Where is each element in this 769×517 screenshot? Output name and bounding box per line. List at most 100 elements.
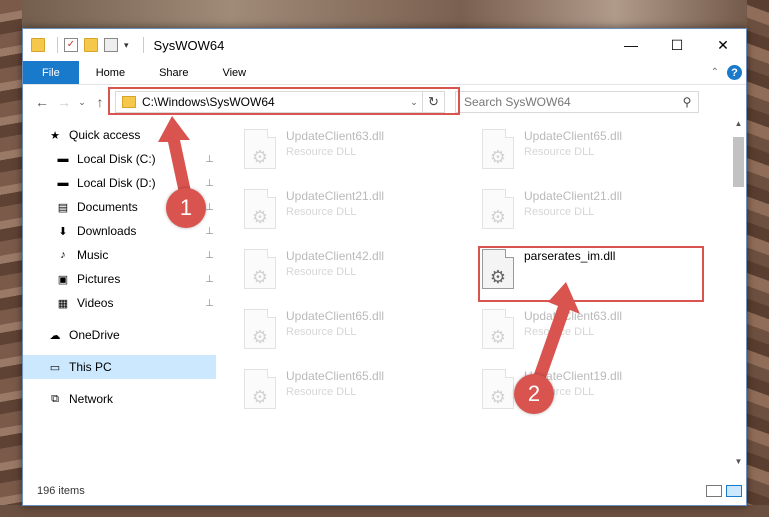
sidebar-item-label: Pictures bbox=[77, 272, 121, 286]
music-icon: ♪ bbox=[60, 249, 66, 261]
address-dropdown-icon[interactable]: ⌄ bbox=[406, 97, 422, 108]
dll-file-icon: ⚙ bbox=[482, 309, 514, 349]
sidebar-item-pictures[interactable]: ▣ Pictures ⊥ bbox=[23, 267, 216, 291]
computer-icon: ▭ bbox=[49, 361, 61, 374]
downloads-icon: ⬇ bbox=[58, 225, 68, 238]
sidebar-item-label: OneDrive bbox=[69, 328, 120, 342]
file-item-parserates[interactable]: ⚙ parserates_im.dll bbox=[478, 245, 698, 297]
file-name: UpdateClient42.dll bbox=[286, 249, 385, 263]
tab-home[interactable]: Home bbox=[79, 61, 142, 84]
vertical-scrollbar[interactable]: ▲ ▼ bbox=[731, 119, 746, 471]
search-input[interactable]: Search SysWOW64 bbox=[464, 95, 676, 109]
scroll-down-icon[interactable]: ▼ bbox=[731, 457, 746, 471]
new-folder-icon[interactable] bbox=[84, 38, 98, 52]
network-icon: ⧉ bbox=[51, 392, 59, 405]
file-type: Resource DLL bbox=[524, 326, 595, 338]
pin-icon[interactable]: ⊥ bbox=[205, 298, 214, 309]
file-name: UpdateClient65.dll bbox=[286, 369, 385, 383]
sidebar-item-this-pc[interactable]: ▭ This PC bbox=[23, 355, 216, 379]
file-list: ▲ ▼ ⚙ UpdateClient63.dll Resource DLL ⚙ Upda… bbox=[216, 119, 746, 471]
main-area: ★ Quick access ▬ Local Disk (C:) ⊥ ▬ Local Dis… bbox=[23, 119, 746, 471]
desktop-background-left bbox=[0, 0, 22, 517]
file-item[interactable]: ⚙ UpdateClient63.dll Resource DLL bbox=[478, 305, 698, 357]
drive-icon: ▬ bbox=[57, 153, 69, 165]
file-item[interactable]: ⚙ UpdateClient65.dll Resource DLL bbox=[478, 125, 698, 177]
file-explorer-window: ✓ ▾ SysWOW64 — ☐ ✕ File Home Share View … bbox=[22, 28, 747, 506]
file-name: UpdateClient63.dll bbox=[286, 129, 385, 143]
up-button[interactable]: ↑ bbox=[89, 94, 111, 110]
refresh-button[interactable]: ↻ bbox=[422, 92, 444, 112]
file-item[interactable]: ⚙ UpdateClient42.dll Resource DLL bbox=[240, 245, 460, 297]
scroll-up-icon[interactable]: ▲ bbox=[731, 119, 746, 133]
sidebar-item-network[interactable]: ⧉ Network bbox=[23, 387, 216, 411]
file-type: Resource DLL bbox=[524, 146, 595, 158]
pin-icon[interactable]: ⊥ bbox=[205, 178, 214, 189]
videos-icon: ▦ bbox=[57, 297, 69, 310]
close-button[interactable]: ✕ bbox=[700, 29, 746, 61]
forward-button[interactable]: → bbox=[53, 94, 75, 110]
file-type: Resource DLL bbox=[286, 206, 357, 218]
file-item[interactable]: ⚙ UpdateClient65.dll Resource DLL bbox=[240, 305, 460, 357]
sidebar-item-label: Quick access bbox=[69, 128, 141, 142]
help-icon[interactable]: ? bbox=[727, 65, 742, 80]
dll-file-icon: ⚙ bbox=[482, 189, 514, 229]
tab-view[interactable]: View bbox=[205, 61, 263, 84]
sidebar-item-local-disk-c[interactable]: ▬ Local Disk (C:) ⊥ bbox=[23, 147, 216, 171]
file-name: UpdateClient21.dll bbox=[286, 189, 385, 203]
navigation-pane: ★ Quick access ▬ Local Disk (C:) ⊥ ▬ Local Dis… bbox=[23, 119, 216, 471]
view-buttons bbox=[706, 485, 746, 497]
sidebar-item-onedrive[interactable]: ☁ OneDrive bbox=[23, 323, 216, 347]
scroll-thumb[interactable] bbox=[733, 137, 744, 187]
file-item[interactable]: ⚙ UpdateClient21.dll Resource DLL bbox=[240, 185, 460, 237]
pin-icon[interactable]: ⊥ bbox=[205, 274, 214, 285]
dll-file-icon: ⚙ bbox=[482, 129, 514, 169]
navigation-bar: ← → ⌄ ↑ C:\Windows\SysWOW64 ⌄ ↻ Search S… bbox=[23, 85, 746, 119]
address-path[interactable]: C:\Windows\SysWOW64 bbox=[142, 95, 406, 109]
pin-icon[interactable]: ⊥ bbox=[205, 226, 214, 237]
sidebar-item-quick-access[interactable]: ★ Quick access bbox=[23, 123, 216, 147]
recent-locations-button[interactable]: ⌄ bbox=[75, 97, 89, 108]
file-name: UpdateClient21.dll bbox=[524, 189, 623, 203]
title-separator bbox=[57, 37, 58, 53]
pin-icon[interactable]: ⊥ bbox=[205, 202, 214, 213]
expand-ribbon-icon[interactable]: ⌃ bbox=[711, 67, 719, 78]
file-type: Resource DLL bbox=[286, 266, 357, 278]
file-type: Resource DLL bbox=[286, 146, 357, 158]
file-item[interactable]: ⚙ UpdateClient21.dll Resource DLL bbox=[478, 185, 698, 237]
sidebar-item-label: Documents bbox=[77, 200, 138, 214]
large-icons-view-icon[interactable] bbox=[726, 485, 742, 497]
maximize-button[interactable]: ☐ bbox=[654, 29, 700, 61]
minimize-button[interactable]: — bbox=[608, 29, 654, 61]
title-separator-2 bbox=[142, 37, 144, 53]
dll-file-icon: ⚙ bbox=[244, 309, 276, 349]
quick-access-dropdown-icon[interactable]: ▾ bbox=[124, 40, 129, 51]
file-type bbox=[524, 263, 615, 266]
pin-icon[interactable]: ⊥ bbox=[205, 250, 214, 261]
sidebar-item-videos[interactable]: ▦ Videos ⊥ bbox=[23, 291, 216, 315]
step-2-badge: 2 bbox=[514, 374, 554, 414]
dll-file-icon: ⚙ bbox=[244, 249, 276, 289]
search-box[interactable]: Search SysWOW64 ⚲ bbox=[455, 91, 699, 113]
ribbon-right: ⌃ ? bbox=[711, 61, 746, 84]
desktop-background-bottom bbox=[0, 505, 769, 517]
file-item[interactable]: ⚙ UpdateClient19.dll Resource DLL bbox=[478, 365, 698, 417]
tab-file[interactable]: File bbox=[23, 61, 79, 84]
file-name: UpdateClient65.dll bbox=[524, 129, 623, 143]
sidebar-item-label: Downloads bbox=[77, 224, 137, 238]
dll-file-icon: ⚙ bbox=[244, 189, 276, 229]
pin-icon[interactable]: ⊥ bbox=[205, 154, 214, 165]
customize-toolbar-icon[interactable] bbox=[104, 38, 118, 52]
back-button[interactable]: ← bbox=[31, 94, 53, 110]
tab-share[interactable]: Share bbox=[142, 61, 205, 84]
desktop-background-top bbox=[0, 0, 769, 28]
address-bar[interactable]: C:\Windows\SysWOW64 ⌄ ↻ bbox=[115, 91, 445, 113]
file-type: Resource DLL bbox=[286, 326, 357, 338]
details-view-icon[interactable] bbox=[706, 485, 722, 497]
file-name: parserates_im.dll bbox=[524, 249, 616, 263]
properties-icon[interactable]: ✓ bbox=[64, 38, 78, 52]
sidebar-item-music[interactable]: ♪ Music ⊥ bbox=[23, 243, 216, 267]
file-item[interactable]: ⚙ UpdateClient63.dll Resource DLL bbox=[240, 125, 460, 177]
file-item[interactable]: ⚙ UpdateClient65.dll Resource DLL bbox=[240, 365, 460, 417]
